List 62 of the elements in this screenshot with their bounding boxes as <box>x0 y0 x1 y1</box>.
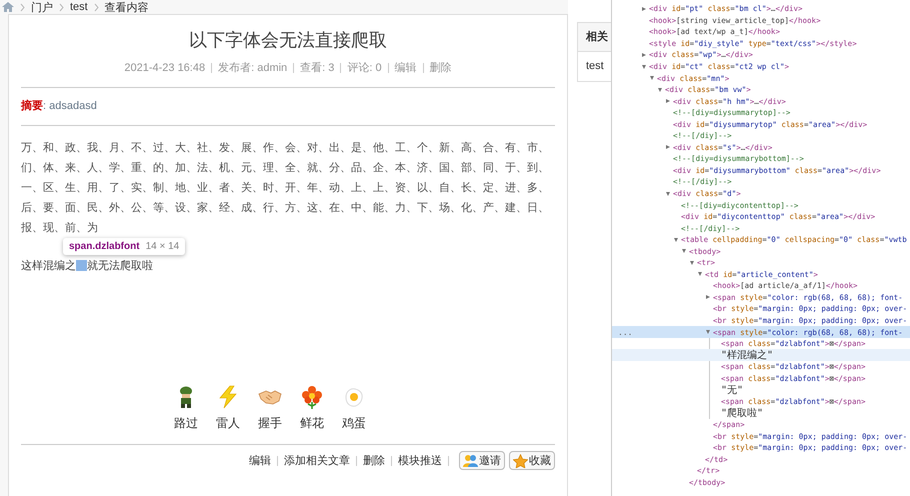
disclosure-triangle-icon[interactable] <box>666 145 670 150</box>
chevron-icon <box>20 2 25 12</box>
summary-label: 摘要 <box>21 100 43 112</box>
disclosure-triangle-icon[interactable] <box>682 249 686 254</box>
flower-icon <box>300 385 324 409</box>
text-line: 一、区、生、用、了、实、制、地、业、者、关、时、开、年、动、上、上、资、以、自、长、定、进、多、 <box>21 180 550 196</box>
disclosure-triangle-icon[interactable] <box>642 6 646 11</box>
element-selector: span.dzlabfont <box>69 241 140 252</box>
disclosure-triangle-icon[interactable] <box>666 192 670 196</box>
text-line: 们、体、来、人、学、重、的、加、法、机、元、理、全、就、分、品、企、本、济、国、部、同、于、到、 <box>21 160 550 176</box>
action-link[interactable]: 添加相关文章 <box>284 453 350 468</box>
reaction-button[interactable]: 鲜花 <box>299 385 325 432</box>
disclosure-triangle-icon[interactable] <box>650 76 654 80</box>
breadcrumb-link[interactable]: test <box>70 1 88 13</box>
summary-text: : adsadasd <box>43 100 97 112</box>
disclosure-triangle-icon[interactable] <box>706 330 710 334</box>
meta-text: 2021-4-23 16:48 <box>124 62 206 74</box>
meta-text: 删除 <box>430 61 452 75</box>
action-link[interactable]: 模块推送 <box>398 453 442 468</box>
ellipsis-marker[interactable]: ... <box>612 328 632 337</box>
text-fragment: 这样混编之 <box>21 258 76 273</box>
disclosure-triangle-icon[interactable] <box>706 295 710 300</box>
people-icon <box>463 454 478 468</box>
reaction-button[interactable]: 鸡蛋 <box>341 385 367 432</box>
code-line: "爬取啦" <box>721 406 764 420</box>
sidebar-title: 相关 <box>578 23 611 52</box>
dom-tree-row[interactable]: "无" <box>612 384 910 396</box>
action-link[interactable]: 编辑 <box>249 453 271 468</box>
invite-button[interactable]: 邀请 <box>459 451 505 470</box>
disclosure-triangle-icon[interactable] <box>642 52 646 57</box>
disclosure-triangle-icon[interactable] <box>698 272 702 276</box>
text-line: 报、现、前、为 <box>21 221 99 236</box>
element-size: 14 × 14 <box>146 241 180 252</box>
code-line: "样混编之" <box>721 348 774 362</box>
breadcrumb-link[interactable]: 查看内容 <box>104 0 149 14</box>
reaction-button[interactable]: 路过 <box>173 385 199 432</box>
reaction-button[interactable]: 雷人 <box>215 385 241 432</box>
dom-tree-row[interactable]: "爬取啦" <box>612 407 910 419</box>
text-line: 万、和、政、我、月、不、过、大、社、发、展、作、会、对、出、是、他、工、个、新、高、合、有、市、 <box>21 140 550 156</box>
star-icon <box>513 454 528 468</box>
meta-text: 评论: 0 <box>347 61 382 75</box>
disclosure-triangle-icon[interactable] <box>674 238 678 242</box>
disclosure-triangle-icon[interactable] <box>658 88 662 92</box>
code-line: "无" <box>721 384 744 397</box>
sidebar-link[interactable]: test <box>578 52 611 72</box>
article-title: 以下字体会无法直接爬取 <box>188 29 388 52</box>
breadcrumb-link[interactable]: 门户 <box>31 0 53 14</box>
action-link[interactable]: 删除 <box>363 453 385 468</box>
favorite-button[interactable]: 收藏 <box>509 451 555 470</box>
chevron-icon <box>59 2 64 12</box>
meta-text: 发布者: admin <box>218 61 288 75</box>
chevron-icon <box>94 2 99 12</box>
disclosure-triangle-icon[interactable] <box>690 260 694 265</box>
meta-text: 编辑 <box>394 61 417 75</box>
disclosure-triangle-icon[interactable] <box>642 64 646 68</box>
highlighted-element <box>76 260 87 271</box>
disclosure-triangle-icon[interactable] <box>666 99 670 104</box>
reaction-button[interactable]: 握手 <box>257 385 283 432</box>
text-fragment: 就无法爬取啦 <box>87 259 153 273</box>
dom-tree-row[interactable]: "样混编之" <box>612 349 910 361</box>
text-line: 后、要、面、民、外、公、等、设、家、经、成、行、方、这、在、中、能、力、下、场、化、产、建、日、 <box>21 200 550 216</box>
meta-text: 查看: 3 <box>300 61 334 75</box>
